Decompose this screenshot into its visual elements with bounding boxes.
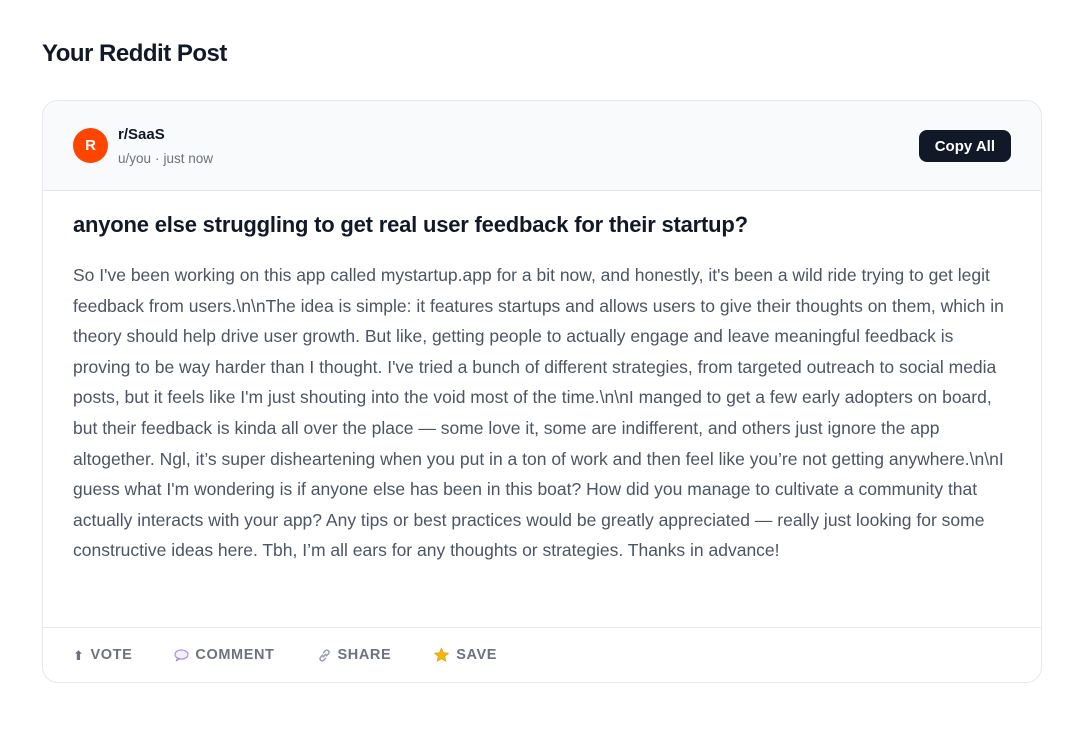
post-card: R r/SaaS u/you · just now Copy All anyone … bbox=[42, 100, 1042, 683]
post-author: u/you bbox=[118, 151, 152, 166]
post-actions: ⬆ VOTE COMMENT SHARE SAVE bbox=[43, 628, 1041, 682]
comment-label: COMMENT bbox=[195, 647, 275, 663]
share-label: SHARE bbox=[337, 647, 392, 663]
subreddit-avatar: R bbox=[73, 128, 108, 163]
vote-label: VOTE bbox=[90, 647, 133, 663]
comment-bubble-icon bbox=[174, 648, 189, 662]
save-button[interactable]: SAVE bbox=[433, 647, 497, 663]
upvote-arrow-icon: ⬆ bbox=[73, 647, 85, 663]
copy-all-button[interactable]: Copy All bbox=[918, 130, 1011, 162]
post-meta-block: r/SaaS u/you · just now bbox=[118, 125, 213, 168]
link-icon bbox=[317, 648, 332, 663]
meta-separator: · bbox=[155, 151, 160, 166]
post-body: So I've been working on this app called … bbox=[73, 265, 1004, 561]
post-title: anyone else struggling to get real user … bbox=[73, 212, 748, 237]
vote-button[interactable]: ⬆ VOTE bbox=[73, 647, 132, 663]
star-icon bbox=[433, 647, 450, 663]
subreddit-name: r/SaaS bbox=[118, 126, 165, 143]
post-header: R r/SaaS u/you · just now Copy All bbox=[43, 101, 1041, 191]
post-time: just now bbox=[163, 151, 214, 166]
page-title: Your Reddit Post bbox=[42, 40, 227, 67]
share-button[interactable]: SHARE bbox=[317, 647, 392, 663]
comment-button[interactable]: COMMENT bbox=[174, 647, 274, 663]
post-content: anyone else struggling to get real user … bbox=[43, 191, 1041, 628]
post-meta: u/you · just now bbox=[118, 150, 213, 168]
save-label: SAVE bbox=[456, 647, 498, 663]
page: Your Reddit Post R r/SaaS u/you · just now… bbox=[0, 0, 1089, 742]
